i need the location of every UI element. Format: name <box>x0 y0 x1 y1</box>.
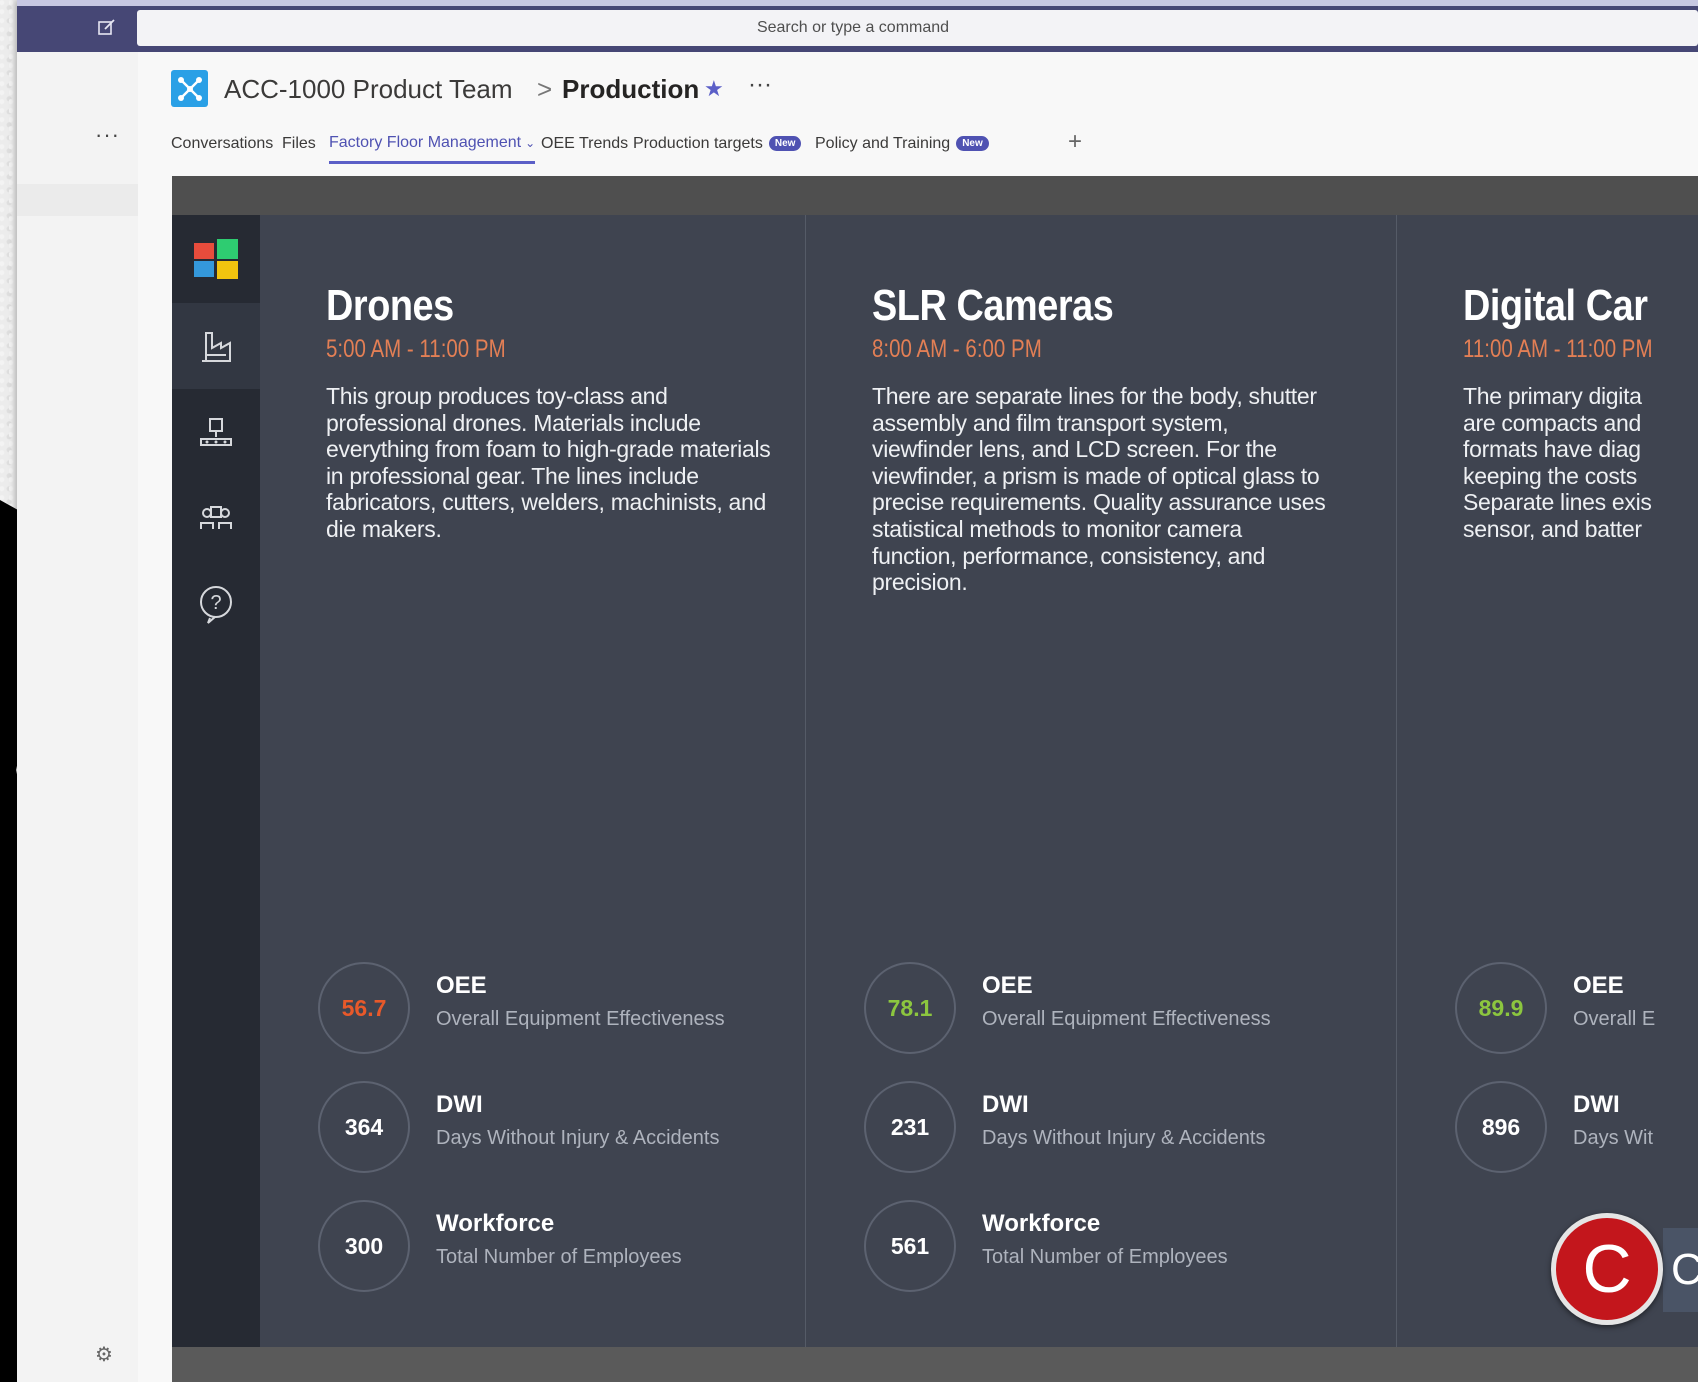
factory-icon <box>202 332 231 362</box>
breadcrumb-separator: > <box>537 74 553 104</box>
favorite-star-icon[interactable]: ★ <box>704 72 724 106</box>
workforce-icon <box>200 506 232 529</box>
metric-description: Days Without Injury & Accidents <box>982 1127 1266 1149</box>
metric-name: Workforce <box>436 1210 555 1237</box>
presenter-avatar-badge[interactable]: C <box>1551 1213 1663 1325</box>
panel-hours: 11:00 AM - 11:00 PM <box>1463 335 1653 363</box>
metric-oee: 78.1 OEE Overall Equipment Effectiveness <box>864 962 1344 1054</box>
metric-name: OEE <box>1573 972 1624 999</box>
panel-slr-cameras: SLR Cameras 8:00 AM - 6:00 PM There are … <box>806 215 1397 1347</box>
nav-help[interactable]: ? <box>172 561 260 647</box>
team-logo <box>171 70 208 107</box>
metric-name: OEE <box>436 972 487 999</box>
metric-description: Total Number of Employees <box>436 1246 682 1268</box>
production-dashboard: Drones 5:00 AM - 11:00 PM This group pro… <box>260 215 1698 1347</box>
panel-hours: 8:00 AM - 6:00 PM <box>872 335 1042 363</box>
left-rail: ··· ⚙ <box>17 52 138 1382</box>
metric-value: 231 <box>864 1081 956 1173</box>
add-tab-icon[interactable]: + <box>1068 124 1082 160</box>
metric-description: Overall Equipment Effectiveness <box>436 1008 725 1030</box>
panel-title: SLR Cameras <box>872 281 1114 330</box>
panel-title: Drones <box>326 281 454 330</box>
metric-name: DWI <box>982 1091 1029 1118</box>
metric-dwi: 364 DWI Days Without Injury & Accidents <box>318 1081 798 1173</box>
metric-name: DWI <box>1573 1091 1620 1118</box>
compose-icon[interactable] <box>95 18 119 42</box>
tab-policy-and-training[interactable]: Policy and Training New <box>815 124 989 164</box>
app-bottom-bar <box>172 1347 1698 1382</box>
panel-title: Digital Car <box>1463 281 1648 330</box>
metric-description: Overall Equipment Effectiveness <box>982 1008 1271 1030</box>
metric-oee: 89.9 OEE Overall E <box>1455 962 1695 1054</box>
app-side-nav: ? <box>172 215 260 1347</box>
tab-conversations[interactable]: Conversations <box>171 124 273 164</box>
help-icon: ? <box>200 586 232 624</box>
metric-value: 896 <box>1455 1081 1547 1173</box>
metric-dwi: 896 DWI Days Wit <box>1455 1081 1695 1173</box>
more-apps-icon[interactable]: ··· <box>95 122 120 148</box>
windows-logo-icon <box>194 239 238 279</box>
page-title: Production <box>562 74 700 104</box>
tab-files[interactable]: Files <box>282 124 316 164</box>
settings-gear-icon[interactable]: ⚙ <box>95 1342 113 1367</box>
metric-workforce: 300 Workforce Total Number of Employees <box>318 1200 798 1292</box>
metric-value: 561 <box>864 1200 956 1292</box>
metric-oee: 56.7 OEE Overall Equipment Effectiveness <box>318 962 798 1054</box>
production-line-icon <box>200 418 232 446</box>
metric-value: 78.1 <box>864 962 956 1054</box>
channel-more-icon[interactable]: ··· <box>748 68 772 102</box>
panel-description: This group produces toy-class and profes… <box>326 383 771 542</box>
search-box[interactable]: Search or type a command <box>137 10 1698 46</box>
metric-description: Overall E <box>1573 1008 1656 1030</box>
drone-logo-icon <box>177 76 202 101</box>
metric-value: 364 <box>318 1081 410 1173</box>
metric-dwi: 231 DWI Days Without Injury & Accidents <box>864 1081 1344 1173</box>
new-badge: New <box>768 136 802 151</box>
panel-description: The primary digita are compacts and form… <box>1463 383 1652 542</box>
title-bar: Search or type a command <box>17 0 1698 52</box>
panel-hours: 5:00 AM - 11:00 PM <box>326 335 506 363</box>
app-top-bar <box>172 176 1698 215</box>
channel-tabs: Conversations Files Factory Floor Manage… <box>171 124 1671 164</box>
nav-production-line[interactable] <box>172 389 260 475</box>
factory-app-frame: ? Drones 5:00 AM - 11:00 PM This group p… <box>172 176 1698 1382</box>
nav-factory[interactable] <box>172 303 260 389</box>
nav-workforce[interactable] <box>172 475 260 561</box>
metric-value: 89.9 <box>1455 962 1547 1054</box>
panel-drones: Drones 5:00 AM - 11:00 PM This group pro… <box>260 215 806 1347</box>
tab-production-targets[interactable]: Production targets New <box>633 124 802 164</box>
presenter-badge-tail: C <box>1663 1228 1698 1312</box>
metric-workforce: 561 Workforce Total Number of Employees <box>864 1200 1344 1292</box>
search-placeholder: Search or type a command <box>756 19 950 36</box>
metric-description: Days Without Injury & Accidents <box>436 1127 720 1149</box>
metric-value: 300 <box>318 1200 410 1292</box>
breadcrumb-team[interactable]: ACC-1000 Product Team <box>224 72 513 106</box>
panel-description: There are separate lines for the body, s… <box>872 383 1326 596</box>
metric-name: OEE <box>982 972 1033 999</box>
rail-divider <box>17 184 138 216</box>
svg-text:?: ? <box>210 592 221 614</box>
tab-oee-trends[interactable]: OEE Trends <box>541 124 628 164</box>
tab-factory-floor-management[interactable]: Factory Floor Management ⌄ <box>329 124 536 164</box>
metric-description: Days Wit <box>1573 1127 1653 1149</box>
chevron-down-icon: ⌄ <box>525 136 536 150</box>
metric-name: Workforce <box>982 1210 1101 1237</box>
metric-value: 56.7 <box>318 962 410 1054</box>
new-badge: New <box>956 136 989 151</box>
panel-digital-cameras: Digital Car 11:00 AM - 11:00 PM The prim… <box>1397 215 1698 1347</box>
metric-name: DWI <box>436 1091 483 1118</box>
metric-description: Total Number of Employees <box>982 1246 1228 1268</box>
